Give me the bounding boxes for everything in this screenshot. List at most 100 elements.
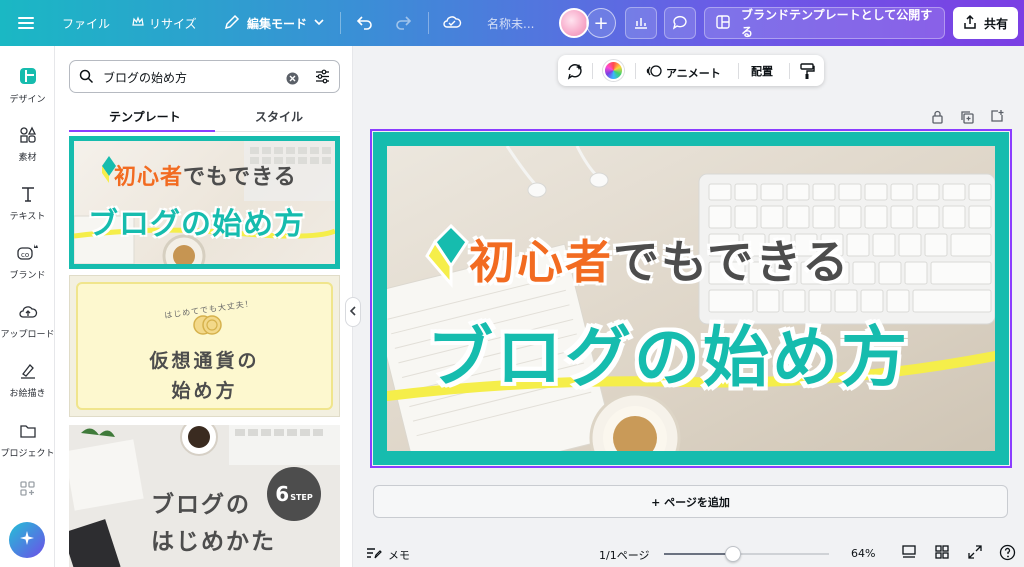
top-bar: ファイル リサイズ 編集モード 名称未... + ブランドテンプレートとして公開… bbox=[0, 0, 1024, 46]
crown-icon bbox=[132, 16, 144, 31]
design-title[interactable]: ブログの始め方 bbox=[427, 304, 910, 400]
arrange-button[interactable]: 配置 bbox=[751, 63, 773, 79]
zoom-level[interactable]: 64% bbox=[851, 547, 875, 560]
insights-button[interactable] bbox=[625, 7, 657, 39]
template-card[interactable]: はじめてでも大丈夫！ 仮想通貨の 始め方 bbox=[69, 275, 340, 417]
active-tab-indicator bbox=[69, 130, 215, 132]
template-title: ブログの始め方 bbox=[88, 207, 305, 242]
notes-label: メモ bbox=[388, 548, 410, 562]
share-icon bbox=[962, 14, 978, 33]
rail-item-projects[interactable]: プロジェクト bbox=[0, 422, 55, 459]
elements-icon bbox=[19, 126, 37, 150]
rail-label: 素材 bbox=[18, 153, 37, 163]
rail-item-brand[interactable]: co ブランド bbox=[0, 242, 55, 281]
undo-icon[interactable] bbox=[356, 13, 374, 34]
zoom-slider-fill bbox=[664, 553, 734, 555]
help-icon[interactable] bbox=[999, 544, 1016, 564]
rail-item-apps[interactable] bbox=[0, 480, 55, 504]
add-page-icon[interactable] bbox=[990, 108, 1004, 127]
share-label: 共有 bbox=[984, 16, 1009, 31]
rail-label: テキスト bbox=[9, 212, 46, 222]
design-canvas[interactable]: 初心者でもできる ブログの始め方 bbox=[373, 132, 1009, 465]
rail-item-elements[interactable]: 素材 bbox=[0, 126, 55, 163]
search-value: ブログの始め方 bbox=[103, 71, 188, 85]
template-subtitle-hl: 初心者 bbox=[114, 165, 184, 190]
panel-tabs: テンプレート スタイル bbox=[69, 103, 340, 132]
template-card[interactable]: ブログの はじめかた 6 STEP bbox=[69, 425, 340, 567]
collapse-panel-button[interactable] bbox=[345, 297, 361, 327]
divider bbox=[789, 63, 790, 79]
draw-icon bbox=[19, 362, 37, 386]
template-title: 始め方 bbox=[171, 380, 238, 402]
design-subtitle[interactable]: 初心者でもできる bbox=[469, 226, 850, 292]
menu-icon[interactable] bbox=[18, 14, 34, 30]
color-picker-icon[interactable] bbox=[603, 60, 624, 81]
step-badge: 6 STEP bbox=[267, 467, 321, 521]
design-subtitle-highlight: 初心者 bbox=[469, 235, 613, 289]
animate-button[interactable]: アニメート bbox=[646, 63, 721, 82]
rail-label: プロジェクト bbox=[0, 449, 55, 459]
design-subtitle-rest: でもできる bbox=[613, 235, 851, 289]
document-title[interactable]: 名称未... bbox=[487, 15, 534, 32]
rail-label: ブランド bbox=[9, 271, 46, 281]
publish-label: ブランドテンプレートとして公開する bbox=[741, 8, 933, 39]
template-card[interactable]: 初心者でもできる ブログの始め方 bbox=[69, 136, 340, 269]
magic-assistant-button[interactable] bbox=[9, 522, 45, 558]
rail-item-upload[interactable]: アップロード bbox=[0, 303, 55, 340]
left-rail: デザイン 素材 テキスト co ブランド アップロード お絵描き プロジェクト bbox=[0, 46, 55, 567]
brand-icon: co bbox=[16, 242, 40, 268]
grid-view-icon[interactable] bbox=[934, 544, 950, 563]
avatar[interactable] bbox=[559, 8, 589, 38]
clear-icon[interactable] bbox=[286, 70, 299, 89]
fullscreen-icon[interactable] bbox=[967, 544, 983, 563]
side-panel: ブログの始め方 テンプレート スタイル 初心者でもできる ブログの始め方 はじめ… bbox=[55, 46, 353, 567]
duplicate-page-icon[interactable] bbox=[960, 109, 974, 128]
chevron-down-icon bbox=[313, 16, 325, 31]
notes-icon bbox=[366, 546, 382, 563]
tab-templates[interactable]: テンプレート bbox=[109, 108, 181, 125]
ai-edit-icon[interactable] bbox=[566, 62, 584, 83]
tab-styles[interactable]: スタイル bbox=[255, 108, 303, 125]
edit-mode-dropdown[interactable]: 編集モード bbox=[223, 13, 325, 34]
zoom-slider-handle[interactable] bbox=[725, 546, 742, 562]
template-subtitle-rest: でもできる bbox=[183, 165, 297, 190]
file-menu[interactable]: ファイル bbox=[62, 15, 110, 32]
rail-label: デザイン bbox=[9, 95, 46, 105]
search-icon bbox=[79, 69, 94, 88]
divider bbox=[340, 12, 341, 34]
lock-icon[interactable] bbox=[931, 109, 944, 128]
rail-label: アップロード bbox=[0, 330, 55, 340]
template-preview: 初心者でもできる ブログの始め方 bbox=[74, 141, 335, 264]
filter-icon[interactable] bbox=[314, 68, 331, 89]
divider bbox=[635, 63, 636, 79]
step-label: STEP bbox=[290, 492, 313, 502]
rail-item-design[interactable]: デザイン bbox=[0, 66, 55, 105]
comment-icon bbox=[672, 14, 688, 33]
divider bbox=[592, 63, 593, 79]
comment-button[interactable] bbox=[664, 7, 696, 39]
sparkle-icon bbox=[18, 529, 36, 551]
search-input[interactable]: ブログの始め方 bbox=[69, 60, 340, 93]
animate-label: アニメート bbox=[666, 66, 721, 80]
footer-bar: メモ 1/1ページ 64% bbox=[355, 540, 1024, 567]
text-icon bbox=[19, 185, 37, 209]
add-page-button[interactable]: + ページを追加 bbox=[373, 485, 1008, 518]
template-preview: はじめてでも大丈夫！ 仮想通貨の 始め方 bbox=[76, 282, 333, 410]
paint-roller-icon[interactable] bbox=[799, 62, 815, 83]
rail-item-text[interactable]: テキスト bbox=[0, 185, 55, 222]
publish-brand-template-button[interactable]: ブランドテンプレートとして公開する bbox=[704, 7, 945, 39]
resize-button[interactable]: リサイズ bbox=[132, 15, 197, 32]
redo-icon[interactable] bbox=[394, 13, 412, 34]
notes-button[interactable]: メモ bbox=[366, 546, 410, 563]
bar-chart-icon bbox=[633, 14, 649, 33]
page-counter[interactable]: 1/1ページ bbox=[599, 547, 649, 563]
add-collaborator-button[interactable]: + bbox=[586, 8, 616, 38]
page-view-icon[interactable] bbox=[901, 544, 917, 563]
share-button[interactable]: 共有 bbox=[953, 7, 1018, 39]
resize-label: リサイズ bbox=[149, 17, 197, 31]
edit-mode-label: 編集モード bbox=[247, 17, 308, 31]
chevron-left-icon bbox=[349, 305, 357, 319]
rail-item-draw[interactable]: お絵描き bbox=[0, 362, 55, 399]
divider bbox=[428, 12, 429, 34]
cloud-saved-icon[interactable] bbox=[442, 13, 462, 34]
